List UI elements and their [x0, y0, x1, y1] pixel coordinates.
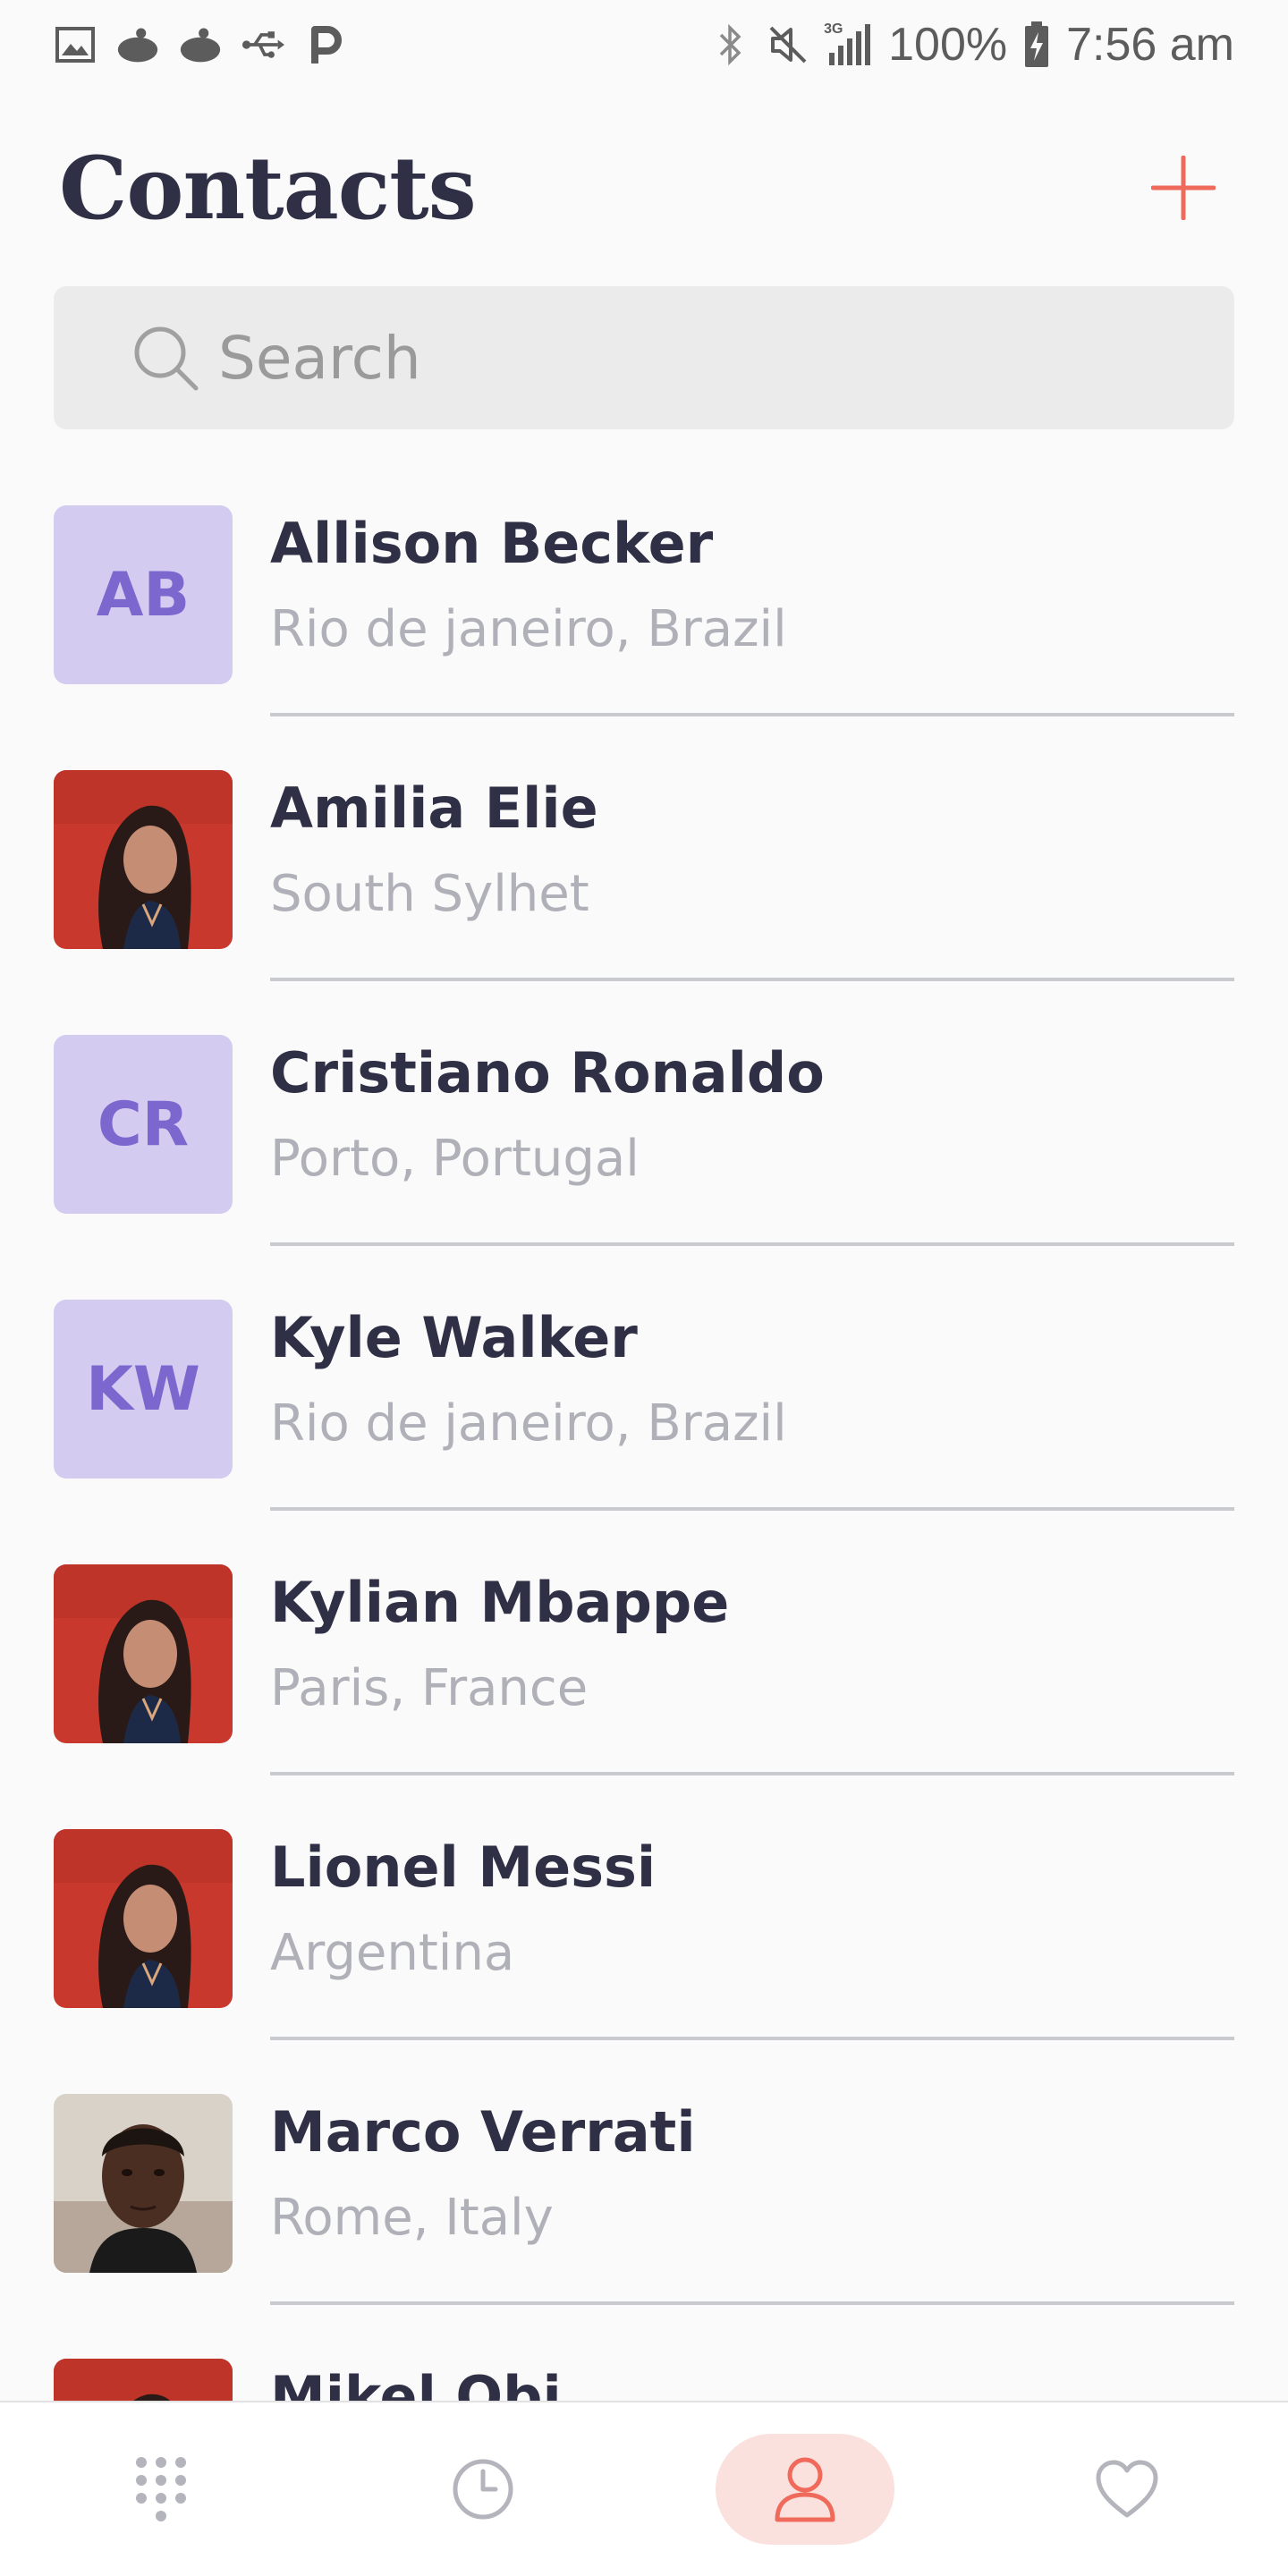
bluetooth-icon: [709, 23, 752, 66]
contact-name: Kylian Mbappe: [270, 1570, 730, 1635]
contact-row-allison-becker[interactable]: AB Allison Becker Rio de janeiro, Brazil: [0, 452, 1288, 716]
search-bar[interactable]: [54, 286, 1234, 429]
signal-icon: 3G: [824, 21, 874, 66]
dialpad-icon: [136, 2457, 186, 2521]
contact-name: Kyle Walker: [270, 1305, 638, 1370]
avatar-initials: AB: [54, 505, 233, 684]
contact-name: Cristiano Ronaldo: [270, 1040, 825, 1106]
avatar-photo-woman: [54, 1829, 233, 2008]
contact-row-marco-verrati[interactable]: Marco Verrati Rome, Italy: [0, 2040, 1288, 2305]
bottom-nav: [0, 2401, 1288, 2576]
cat-icon: [116, 23, 159, 66]
person-icon: [775, 2457, 835, 2522]
cat-icon: [179, 23, 222, 66]
contact-location: South Sylhet: [270, 865, 589, 923]
clock-icon: [453, 2459, 513, 2520]
mute-icon: [767, 23, 809, 66]
nav-dialpad[interactable]: [72, 2434, 250, 2545]
avatar-initials: CR: [54, 1035, 233, 1214]
status-bar: 3G 100% 7:56 am: [0, 0, 1288, 89]
nav-contacts[interactable]: [716, 2434, 894, 2545]
app-header: Contacts: [0, 89, 1288, 286]
contact-row-amilia-elie[interactable]: Amilia Elie South Sylhet: [0, 716, 1288, 981]
search-input[interactable]: [218, 323, 1113, 393]
contact-row-kylian-mbappe[interactable]: Kylian Mbappe Paris, France: [0, 1511, 1288, 1775]
contact-location: Paris, France: [270, 1659, 589, 1717]
contact-row-kyle-walker[interactable]: KW Kyle Walker Rio de janeiro, Brazil: [0, 1246, 1288, 1511]
page-title: Contacts: [59, 137, 477, 239]
plus-icon: [1151, 156, 1216, 220]
contact-row-lionel-messi[interactable]: Lionel Messi Argentina: [0, 1775, 1288, 2040]
usb-icon: [242, 23, 284, 66]
search-icon: [129, 321, 202, 394]
status-right-icons: 3G 100% 7:56 am: [709, 18, 1234, 72]
contact-location: Rio de janeiro, Brazil: [270, 600, 787, 658]
contact-location: Rome, Italy: [270, 2189, 554, 2247]
avatar-photo-man: [54, 2094, 233, 2273]
contact-list: AB Allison Becker Rio de janeiro, Brazil…: [0, 452, 1288, 2570]
status-left-icons: [54, 23, 347, 66]
network-label: 3G: [824, 21, 843, 37]
heart-icon: [1096, 2460, 1158, 2518]
avatar-initials: KW: [54, 1300, 233, 1479]
avatar-photo-woman: [54, 1564, 233, 1743]
nav-favorites[interactable]: [1038, 2434, 1216, 2545]
clock-time: 7:56 am: [1066, 19, 1234, 71]
contact-name: Lionel Messi: [270, 1835, 657, 1900]
contact-name: Marco Verrati: [270, 2099, 696, 2165]
image-icon: [54, 23, 97, 66]
parking-icon: [304, 23, 347, 66]
contact-name: Allison Becker: [270, 511, 714, 576]
contacts-screen: 3G 100% 7:56 am Contacts AB Allison Beck…: [0, 0, 1288, 2576]
contact-location: Argentina: [270, 1924, 515, 1982]
contact-location: Rio de janeiro, Brazil: [270, 1394, 787, 1453]
contact-name: Amilia Elie: [270, 775, 598, 841]
contact-row-cristiano-ronaldo[interactable]: CR Cristiano Ronaldo Porto, Portugal: [0, 981, 1288, 1246]
battery-percent: 100%: [888, 19, 1008, 71]
avatar-photo-woman: [54, 770, 233, 949]
contact-location: Porto, Portugal: [270, 1130, 640, 1188]
nav-recents[interactable]: [394, 2434, 572, 2545]
battery-charging-icon: [1021, 21, 1052, 67]
add-contact-button[interactable]: [1143, 148, 1224, 228]
